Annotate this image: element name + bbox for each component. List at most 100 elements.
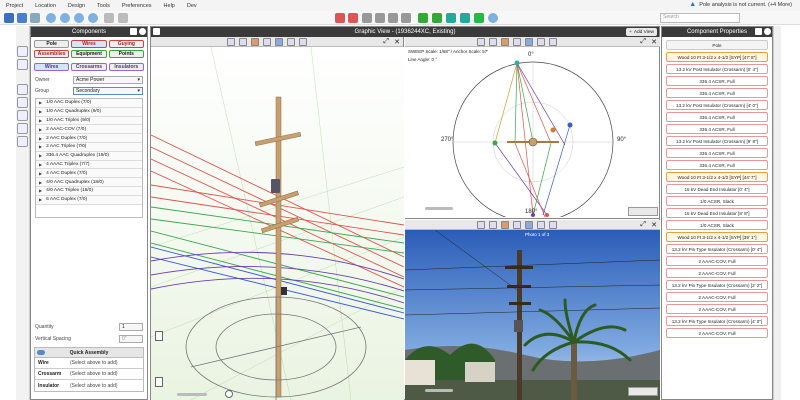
- report-icon[interactable]: [17, 123, 28, 134]
- component-item[interactable]: 336.4 ACSR, Full: [666, 148, 768, 158]
- wire-list-item[interactable]: ▶ 4/0 AAC Triplex (18/0): [36, 186, 142, 196]
- undock-icon[interactable]: [153, 28, 160, 35]
- tab-assemblies[interactable]: Assemblies: [34, 50, 70, 58]
- wire-list-item[interactable]: ▶ 1/0 AAC Triplex (9/0): [36, 116, 142, 126]
- view-control-icons[interactable]: [628, 207, 658, 216]
- search-input[interactable]: Search: [660, 13, 740, 23]
- close-icon[interactable]: ✕: [394, 38, 400, 46]
- expand-icon[interactable]: ⤢: [640, 38, 646, 46]
- list-icon[interactable]: [104, 13, 114, 23]
- component-item[interactable]: 336.4 ACSR, Full: [666, 112, 768, 122]
- component-item[interactable]: 2 AAAC-COV, Full: [666, 256, 768, 266]
- import-icon[interactable]: [418, 13, 428, 23]
- undock-icon[interactable]: [755, 28, 762, 35]
- subtab-insulators[interactable]: Insulators: [108, 63, 144, 71]
- component-item[interactable]: 1/0 ACSR, Slack: [666, 196, 768, 206]
- toggle-icon[interactable]: [37, 350, 45, 355]
- sphere-icon[interactable]: [251, 38, 259, 46]
- menu-preferences[interactable]: Preferences: [116, 3, 158, 9]
- expand-arrow-icon[interactable]: ▶: [39, 197, 42, 202]
- component-item[interactable]: 336.4 ACSR, Full: [666, 124, 768, 134]
- owner-select[interactable]: Acme Power ▾: [73, 75, 143, 84]
- expand-arrow-icon[interactable]: ▶: [39, 127, 42, 132]
- cloud-icon[interactable]: [46, 13, 56, 23]
- view-mode-icon[interactable]: [477, 38, 485, 46]
- wire-mode-icon[interactable]: [239, 38, 247, 46]
- component-item[interactable]: 1/0 ACSR, Slack: [666, 220, 768, 230]
- close-icon[interactable]: ✕: [651, 221, 657, 229]
- component-item[interactable]: 2 AAAC-COV, Full: [666, 292, 768, 302]
- wire-mode-icon[interactable]: [489, 38, 497, 46]
- grid-icon[interactable]: [118, 13, 128, 23]
- menu-project[interactable]: Project: [0, 3, 29, 9]
- tab-pole[interactable]: Pole: [34, 40, 70, 48]
- paste-icon[interactable]: [388, 13, 398, 23]
- expand-arrow-icon[interactable]: ▶: [39, 180, 42, 185]
- component-item[interactable]: 13.2 kV Post Insulator (Crossarm) [4' 0"…: [666, 100, 768, 110]
- expand-arrow-icon[interactable]: ▶: [39, 144, 42, 149]
- wire-mode-icon[interactable]: [489, 221, 497, 229]
- close-icon[interactable]: [764, 28, 771, 35]
- image-icon[interactable]: [525, 38, 533, 46]
- layout-icon[interactable]: [549, 38, 557, 46]
- wire-list-item[interactable]: ▶ 336.4 AAC Quadruplex (19/0): [36, 151, 142, 161]
- close-icon[interactable]: [139, 28, 146, 35]
- delete-icon[interactable]: [401, 13, 411, 23]
- expand-arrow-icon[interactable]: ▶: [39, 136, 42, 141]
- quantity-stepper[interactable]: 1: [119, 322, 143, 331]
- wire-list-item[interactable]: ▶ 2 AAC Triplex (7/0): [36, 142, 142, 152]
- export-icon[interactable]: [432, 13, 442, 23]
- undo-icon[interactable]: [335, 13, 345, 23]
- quick-assembly-row[interactable]: Wire (Select above to add): [35, 358, 143, 369]
- zoom-slider[interactable]: [425, 389, 453, 392]
- component-item-pole[interactable]: Pole: [666, 40, 768, 50]
- analysis-alert[interactable]: ▲ Pole analysis is not current. (+4 More…: [689, 1, 792, 8]
- 3d-view[interactable]: ⤢ ✕: [151, 37, 404, 400]
- save-icon[interactable]: [17, 13, 27, 23]
- wire-list-item[interactable]: ▶ 1/0 AAC Duplex (7/0): [36, 99, 142, 108]
- component-item[interactable]: 2 AAAC-COV, Full: [666, 268, 768, 278]
- layout-icon[interactable]: [299, 38, 307, 46]
- component-item[interactable]: Wood 10 Ft 3-1/2 x 4-1/2 [SYP] [47' 8"]: [666, 52, 768, 62]
- tab-points[interactable]: Points: [108, 50, 144, 58]
- component-item[interactable]: 2 AAAC-COV, Full: [666, 304, 768, 314]
- group-select[interactable]: Secondary ▾: [73, 86, 143, 95]
- lock-icon[interactable]: [446, 13, 456, 23]
- nav-down-icon[interactable]: [155, 377, 163, 387]
- menu-dev[interactable]: Dev: [181, 3, 203, 9]
- grid-icon[interactable]: [263, 38, 271, 46]
- camera-icon[interactable]: [537, 221, 545, 229]
- expand-arrow-icon[interactable]: ▶: [39, 118, 42, 123]
- table-icon[interactable]: [17, 110, 28, 121]
- quick-assembly-row[interactable]: Insulator (Select above to add): [35, 380, 143, 391]
- component-item[interactable]: 13.2 kV Post Insulator (Crossarm) [0' 4"…: [666, 64, 768, 74]
- expand-arrow-icon[interactable]: ▶: [39, 153, 42, 158]
- component-item[interactable]: 336.4 ACSR, Full: [666, 76, 768, 86]
- expand-arrow-icon[interactable]: ▶: [39, 100, 42, 105]
- component-item[interactable]: 13.2 kV Post Insulator (Crossarm) [9' 8"…: [666, 136, 768, 146]
- component-item[interactable]: 13.2 kV Pin Type Insulator (Crossarm) [4…: [666, 316, 768, 326]
- sphere-icon[interactable]: [501, 221, 509, 229]
- expand-icon[interactable]: ⤢: [383, 38, 389, 46]
- menu-tools[interactable]: Tools: [91, 3, 116, 9]
- pencil-icon[interactable]: [17, 84, 28, 95]
- people-icon[interactable]: [460, 13, 470, 23]
- photo-view[interactable]: ⤢ ✕ Photo 1 of 3: [405, 220, 660, 400]
- zoom-slider[interactable]: [177, 393, 207, 396]
- expand-arrow-icon[interactable]: ▶: [39, 171, 42, 176]
- cloud-check-icon[interactable]: [488, 13, 498, 23]
- cloud-download-icon[interactable]: [74, 13, 84, 23]
- view-mode-icon[interactable]: [477, 221, 485, 229]
- new-file-icon[interactable]: [30, 13, 40, 23]
- menu-location[interactable]: Location: [29, 3, 62, 9]
- tab-equipment[interactable]: Equipment: [71, 50, 107, 58]
- image-icon[interactable]: [275, 38, 283, 46]
- component-item[interactable]: 15 kV Dead End Insulator [8' 8"]: [666, 208, 768, 218]
- tab-guying[interactable]: Guying: [108, 40, 144, 48]
- component-item[interactable]: 15 kV Dead End Insulator [0' 4"]: [666, 184, 768, 194]
- layout-icon[interactable]: [549, 221, 557, 229]
- wire-list-item[interactable]: ▶ 4 AAAC Triplex (7/7): [36, 160, 142, 170]
- right-scrollbar[interactable]: [773, 26, 781, 400]
- add-view-button[interactable]: + Add View: [626, 28, 657, 36]
- component-item[interactable]: 2 AAAC-COV, Full: [666, 328, 768, 338]
